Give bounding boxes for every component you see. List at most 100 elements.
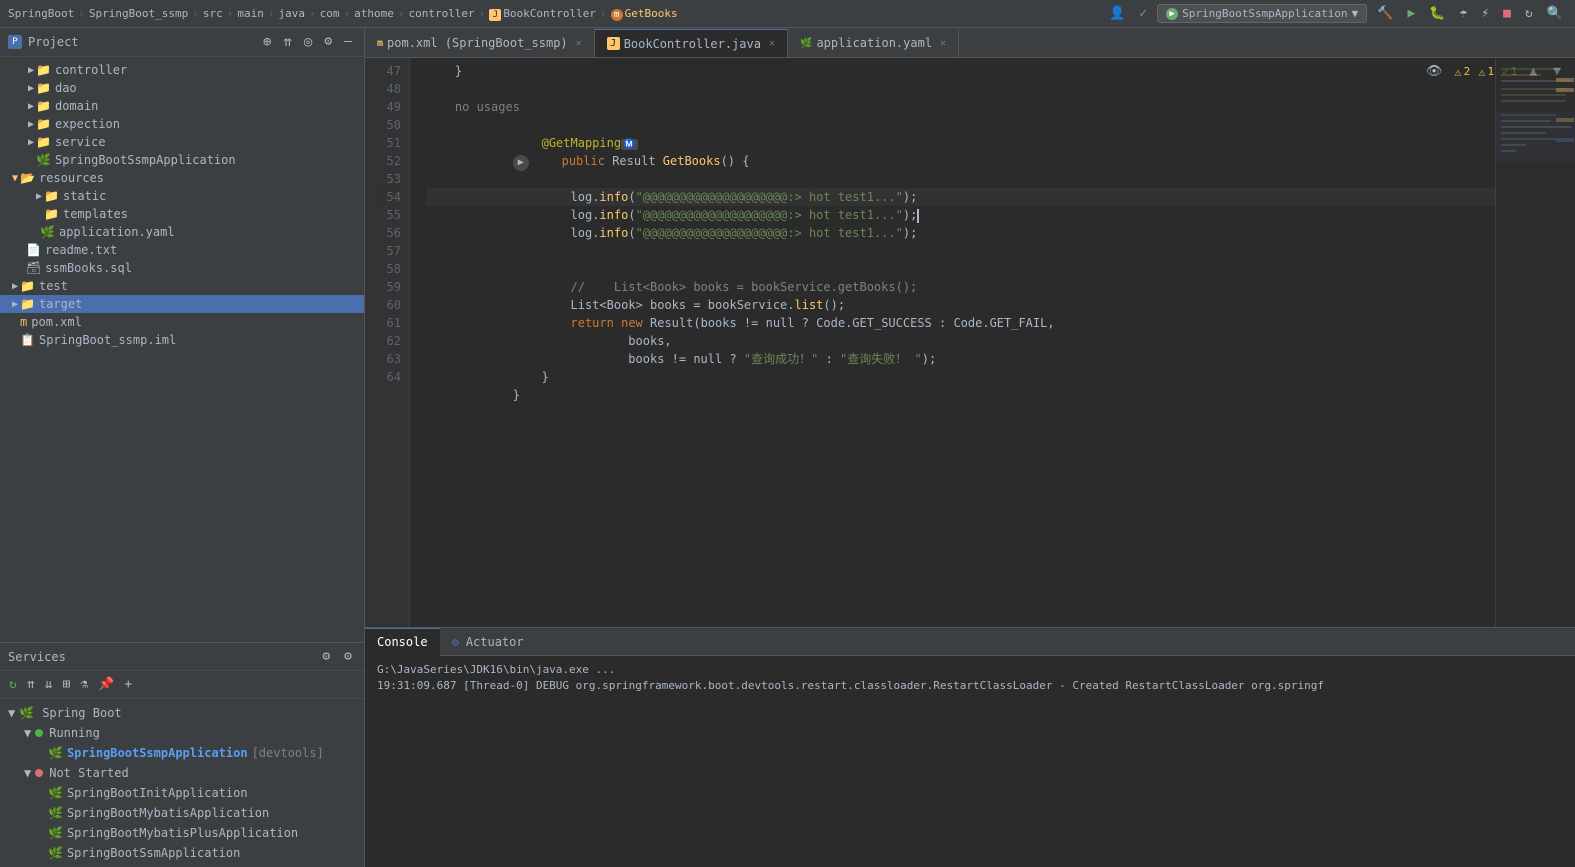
- stop-icon[interactable]: ■: [1499, 4, 1515, 23]
- tree-item-app-yaml[interactable]: ▶ 🌿 application.yaml: [0, 223, 364, 241]
- folder-icon-dao: 📁: [36, 81, 51, 95]
- tree-arrow-expection[interactable]: ▶: [28, 119, 34, 130]
- services-title: Services: [8, 650, 312, 664]
- running-arrow-icon[interactable]: ▼: [24, 726, 31, 740]
- services-add-icon[interactable]: +: [121, 675, 135, 694]
- console-tab-label: Console: [377, 635, 428, 649]
- tree-item-iml[interactable]: ▶ 📋 SpringBoot_ssmp.iml: [0, 331, 364, 349]
- run-config-selector[interactable]: ▶ SpringBootSsmpApplication ▼: [1157, 4, 1367, 23]
- breadcrumb-java[interactable]: java: [278, 7, 305, 20]
- content-area: m pom.xml (SpringBoot_ssmp) ✕ J BookCont…: [365, 28, 1575, 867]
- tab-actuator[interactable]: ⚙ Actuator: [440, 628, 536, 656]
- tree-arrow-service[interactable]: ▶: [28, 137, 34, 148]
- profiler-icon[interactable]: ⚡: [1477, 4, 1493, 23]
- breadcrumb-controller[interactable]: controller: [408, 7, 474, 20]
- tree-arrow-resources[interactable]: ▼: [12, 173, 18, 184]
- service-item-mybatisapp[interactable]: 🌿 SpringBootMybatisApplication: [0, 803, 364, 823]
- service-not-started-header[interactable]: ▼ Not Started: [0, 763, 364, 783]
- debug-icon[interactable]: 🐛: [1425, 4, 1449, 23]
- tree-item-domain[interactable]: ▶ 📁 domain: [0, 97, 364, 115]
- coverage-icon[interactable]: ☂: [1456, 4, 1472, 23]
- service-item-ssmapp[interactable]: 🌿 SpringBootSsmApplication: [0, 843, 364, 863]
- tree-arrow-target[interactable]: ▶: [12, 299, 18, 310]
- service-item-ssmpapp[interactable]: 🌿 SpringBootSsmpApplication [devtools]: [0, 743, 364, 763]
- tab-appyaml-close[interactable]: ✕: [940, 38, 946, 49]
- tree-item-dao[interactable]: ▶ 📁 dao: [0, 79, 364, 97]
- services-collapse-icon[interactable]: ⇈: [24, 675, 38, 694]
- folder-icon-expection: 📁: [36, 117, 51, 131]
- breadcrumb-com[interactable]: com: [320, 7, 340, 20]
- tree-item-expection[interactable]: ▶ 📁 expection: [0, 115, 364, 133]
- springboot-group-arrow[interactable]: ▼: [8, 706, 15, 720]
- tree-item-readme[interactable]: ▶ 📄 readme.txt: [0, 241, 364, 259]
- services-expand-icon[interactable]: ⇊: [42, 675, 56, 694]
- tree-arrow-static[interactable]: ▶: [36, 191, 42, 202]
- breadcrumb-getbooks[interactable]: mGetBooks: [611, 7, 678, 21]
- collapse-icon[interactable]: ⇈: [279, 32, 295, 52]
- vcs-icon[interactable]: ✓: [1135, 4, 1151, 23]
- tab-bookcontroller-close[interactable]: ✕: [769, 38, 775, 49]
- breadcrumb-project[interactable]: SpringBoot_ssmp: [89, 7, 188, 20]
- services-group-icon[interactable]: ⊞: [59, 675, 73, 694]
- tree-item-controller[interactable]: ▶ 📁 controller: [0, 61, 364, 79]
- tree-arrow-controller[interactable]: ▶: [28, 65, 34, 76]
- tab-bookcontroller[interactable]: J BookController.java ✕: [595, 29, 788, 57]
- tab-appyaml[interactable]: 🌿 application.yaml ✕: [788, 29, 959, 57]
- tree-item-springbootapp[interactable]: ▶ 🌿 SpringBootSsmpApplication: [0, 151, 364, 169]
- sidebar-scrollbar-h[interactable]: [0, 636, 364, 642]
- breadcrumb-src[interactable]: src: [203, 7, 223, 20]
- locate-icon[interactable]: ◎: [300, 32, 316, 52]
- ssmapp-name: SpringBootSsmApplication: [67, 846, 240, 860]
- run-gutter-icon[interactable]: ▶: [513, 155, 529, 171]
- services-pin-icon[interactable]: 📌: [95, 675, 117, 694]
- console-line-1: G:\JavaSeries\JDK16\bin\java.exe ...: [377, 662, 1563, 678]
- xml-icon-pom: m: [20, 315, 27, 329]
- service-item-mybatisplusapp[interactable]: 🌿 SpringBootMybatisPlusApplication: [0, 823, 364, 843]
- tree-arrow-domain[interactable]: ▶: [28, 101, 34, 112]
- tree-item-ssmbooks[interactable]: ▶ 🗃 ssmBooks.sql: [0, 259, 364, 277]
- tree-item-pomxml[interactable]: ▶ m pom.xml: [0, 313, 364, 331]
- profile-icon[interactable]: 👤: [1105, 4, 1129, 23]
- warning-badge: ⚠ 2: [1454, 65, 1470, 79]
- services-settings-icon[interactable]: ⚙: [318, 647, 334, 666]
- tree-item-service[interactable]: ▶ 📁 service: [0, 133, 364, 151]
- ssmpapp-tag: [devtools]: [252, 746, 324, 760]
- tree-arrow-test[interactable]: ▶: [12, 281, 18, 292]
- actuator-tab-label: Actuator: [466, 635, 524, 649]
- breadcrumb-athome[interactable]: athome: [354, 7, 394, 20]
- tab-console[interactable]: Console: [365, 628, 440, 656]
- breadcrumb-springboot[interactable]: SpringBoot: [8, 7, 74, 20]
- tab-pomxml[interactable]: m pom.xml (SpringBoot_ssmp) ✕: [365, 29, 595, 57]
- service-item-initapp[interactable]: 🌿 SpringBootInitApplication: [0, 783, 364, 803]
- tree-item-test[interactable]: ▶ 📁 test: [0, 277, 364, 295]
- not-started-arrow-icon[interactable]: ▼: [24, 766, 31, 780]
- tab-pomxml-close[interactable]: ✕: [576, 38, 582, 49]
- hide-icon[interactable]: —: [340, 32, 356, 52]
- breadcrumb-main[interactable]: main: [237, 7, 264, 20]
- search-icon[interactable]: 🔍: [1543, 4, 1567, 23]
- code-content[interactable]: } no usages @GetMappingⓂ️ ▶ public Resul…: [410, 58, 1495, 627]
- settings-icon[interactable]: ⚙: [320, 32, 336, 52]
- tree-item-static[interactable]: ▶ 📁 static: [0, 187, 364, 205]
- sidebar: P Project ⊕ ⇈ ◎ ⚙ — ▶ 📁 controller ▶: [0, 28, 365, 867]
- services-filter-icon[interactable]: ⚗: [77, 675, 91, 694]
- services-refresh-icon[interactable]: ↻: [6, 675, 20, 694]
- run-icon[interactable]: ▶: [1403, 4, 1419, 23]
- tree-item-resources[interactable]: ▼ 📂 resources: [0, 169, 364, 187]
- tree-arrow-dao[interactable]: ▶: [28, 83, 34, 94]
- tab-appyaml-icon: 🌿: [800, 38, 812, 49]
- running-dot-indicator: [35, 729, 43, 737]
- add-content-icon[interactable]: ⊕: [259, 32, 275, 52]
- services-gear-icon[interactable]: ⚙: [340, 647, 356, 666]
- service-running-header[interactable]: ▼ Running: [0, 723, 364, 743]
- code-editor[interactable]: 👁 ⚠ 2 ⚠ 1 ✓ 1 ▲ ▼: [365, 58, 1575, 627]
- mybatisplusapp-icon: 🌿: [48, 826, 63, 840]
- eye-slash-icon[interactable]: 👁: [1422, 62, 1447, 81]
- breadcrumb-bookcontroller[interactable]: JBookController: [489, 7, 596, 21]
- tree-item-templates[interactable]: ▶ 📁 templates: [0, 205, 364, 223]
- service-group-springboot[interactable]: ▼ 🌿 Spring Boot: [0, 703, 364, 723]
- update-icon[interactable]: ↻: [1521, 4, 1537, 23]
- services-content: ▼ 🌿 Spring Boot ▼ Running 🌿 SpringBootSs…: [0, 699, 364, 867]
- build-icon[interactable]: 🔨: [1373, 4, 1397, 23]
- tree-item-target[interactable]: ▶ 📁 target: [0, 295, 364, 313]
